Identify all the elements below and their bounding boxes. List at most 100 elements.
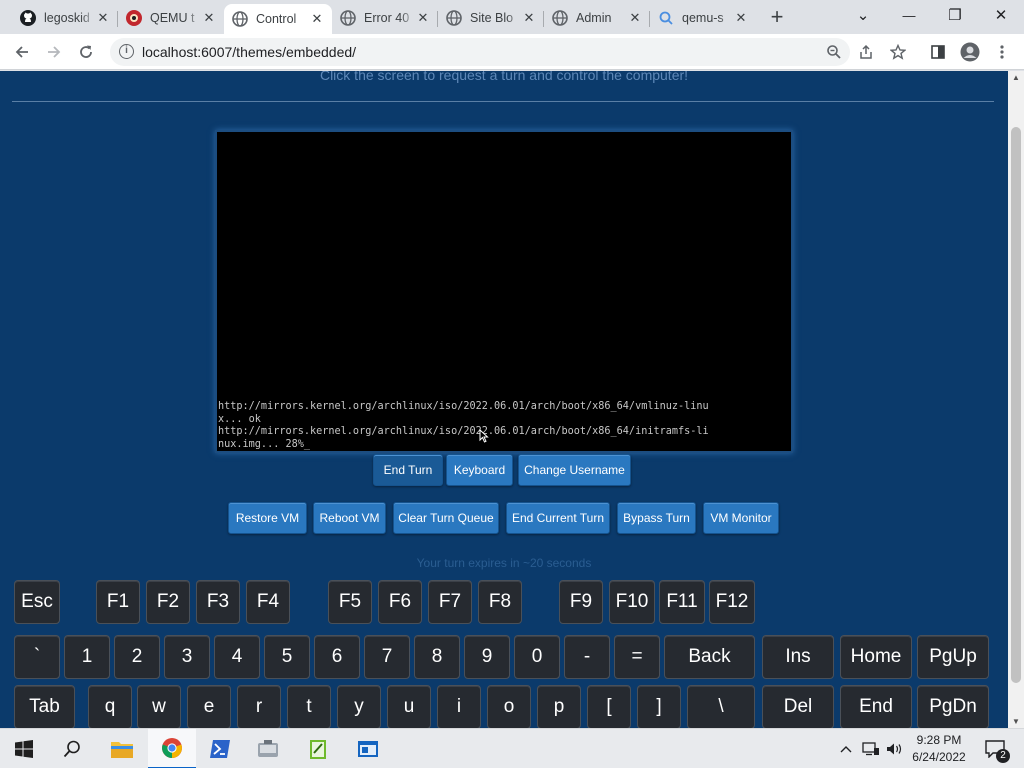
powershell-icon[interactable] [196,729,244,768]
key-end[interactable]: End [840,685,912,728]
scrollbar-thumb[interactable] [1011,127,1021,683]
new-tab-button[interactable]: + [764,5,790,31]
notifications-icon[interactable]: 2 [980,729,1010,768]
restore-vm-button[interactable]: Restore VM [228,502,307,534]
key-f9[interactable]: F9 [559,580,603,624]
bypass-turn-button[interactable]: Bypass Turn [617,502,696,534]
zoom-icon[interactable] [820,38,848,66]
key-f12[interactable]: F12 [709,580,755,624]
maximize-button[interactable]: ❐ [932,2,978,30]
key-t[interactable]: t [287,685,331,728]
key-6[interactable]: 6 [314,635,360,679]
bookmark-star-icon[interactable] [884,38,912,66]
tab-close-icon[interactable]: ✕ [416,10,430,26]
key-backspace[interactable]: Back [664,635,755,679]
minimize-button[interactable]: — [886,2,932,30]
key-delete[interactable]: Del [762,685,834,728]
key-9[interactable]: 9 [464,635,510,679]
key-f3[interactable]: F3 [196,580,240,624]
vm-display[interactable]: http://mirrors.kernel.org/archlinux/iso/… [215,130,793,453]
tab-close-icon[interactable]: ✕ [202,10,216,26]
key-f4[interactable]: F4 [246,580,290,624]
change-username-button[interactable]: Change Username [518,454,631,486]
tab-search-button[interactable]: ⌄ [840,2,886,30]
key-equals[interactable]: = [614,635,660,679]
key-f11[interactable]: F11 [659,580,705,624]
menu-kebab-icon[interactable] [988,38,1016,66]
key-home[interactable]: Home [840,635,912,679]
scroll-down-arrow-icon[interactable]: ▼ [1012,717,1020,726]
key-4[interactable]: 4 [214,635,260,679]
key-7[interactable]: 7 [364,635,410,679]
side-panel-icon[interactable] [924,38,952,66]
tab-admin[interactable]: Admin ✕ [544,4,650,32]
tab-qemu[interactable]: QEMU t ✕ [118,4,224,32]
key-3[interactable]: 3 [164,635,210,679]
vm-monitor-button[interactable]: VM Monitor [703,502,779,534]
scroll-up-arrow-icon[interactable]: ▲ [1012,73,1020,82]
back-icon[interactable] [8,38,36,66]
tray-chevron-icon[interactable] [836,729,856,768]
tab-close-icon[interactable]: ✕ [522,10,536,26]
end-turn-button[interactable]: End Turn [373,454,443,486]
key-f2[interactable]: F2 [146,580,190,624]
key-p[interactable]: p [537,685,581,728]
keyboard-button[interactable]: Keyboard [446,454,513,486]
reload-icon[interactable] [72,38,100,66]
key-w[interactable]: w [137,685,181,728]
key-y[interactable]: y [337,685,381,728]
site-info-icon[interactable]: i [119,44,134,59]
tab-error[interactable]: Error 40 ✕ [332,4,438,32]
reboot-vm-button[interactable]: Reboot VM [313,502,386,534]
key-tab[interactable]: Tab [14,685,75,728]
key-f10[interactable]: F10 [609,580,655,624]
key-backslash[interactable]: \ [687,685,755,728]
key-f6[interactable]: F6 [378,580,422,624]
key-0[interactable]: 0 [514,635,560,679]
key-right-bracket[interactable]: ] [637,685,681,728]
key-r[interactable]: r [237,685,281,728]
key-f1[interactable]: F1 [96,580,140,624]
key-e[interactable]: e [187,685,231,728]
clear-turn-queue-button[interactable]: Clear Turn Queue [393,502,499,534]
tab-close-icon[interactable]: ✕ [628,10,642,26]
key-esc[interactable]: Esc [14,580,60,624]
tab-site-blocker[interactable]: Site Blo ✕ [438,4,544,32]
key-insert[interactable]: Ins [762,635,834,679]
tab-close-icon[interactable]: ✕ [310,11,324,27]
key-8[interactable]: 8 [414,635,460,679]
chrome-icon[interactable] [148,729,196,768]
tab-close-icon[interactable]: ✕ [96,10,110,26]
windows-start-icon[interactable] [0,729,48,768]
close-window-button[interactable]: ✕ [978,2,1024,30]
network-icon[interactable] [860,729,882,768]
key-f7[interactable]: F7 [428,580,472,624]
address-bar[interactable]: i localhost:6007/themes/embedded/ [110,38,850,66]
search-icon[interactable] [48,729,96,768]
key-backtick[interactable]: ` [14,635,60,679]
tool-icon[interactable] [244,729,292,768]
key-o[interactable]: o [487,685,531,728]
key-1[interactable]: 1 [64,635,110,679]
key-left-bracket[interactable]: [ [587,685,631,728]
key-pageup[interactable]: PgUp [917,635,989,679]
key-2[interactable]: 2 [114,635,160,679]
end-current-turn-button[interactable]: End Current Turn [506,502,610,534]
key-q[interactable]: q [88,685,132,728]
profile-avatar-icon[interactable] [956,38,984,66]
key-minus[interactable]: - [564,635,610,679]
tab-close-icon[interactable]: ✕ [734,10,748,26]
key-u[interactable]: u [387,685,431,728]
tab-github[interactable]: legoskid ✕ [12,4,118,32]
tab-qemu-search[interactable]: qemu-s ✕ [650,4,756,32]
tab-control[interactable]: Control ✕ [224,4,332,34]
notepad-icon[interactable] [294,729,342,768]
key-5[interactable]: 5 [264,635,310,679]
app-window-icon[interactable] [344,729,392,768]
key-i[interactable]: i [437,685,481,728]
key-f5[interactable]: F5 [328,580,372,624]
share-icon[interactable] [852,38,880,66]
page-scrollbar[interactable]: ▲ ▼ [1008,71,1024,728]
key-f8[interactable]: F8 [478,580,522,624]
key-pagedown[interactable]: PgDn [917,685,989,728]
